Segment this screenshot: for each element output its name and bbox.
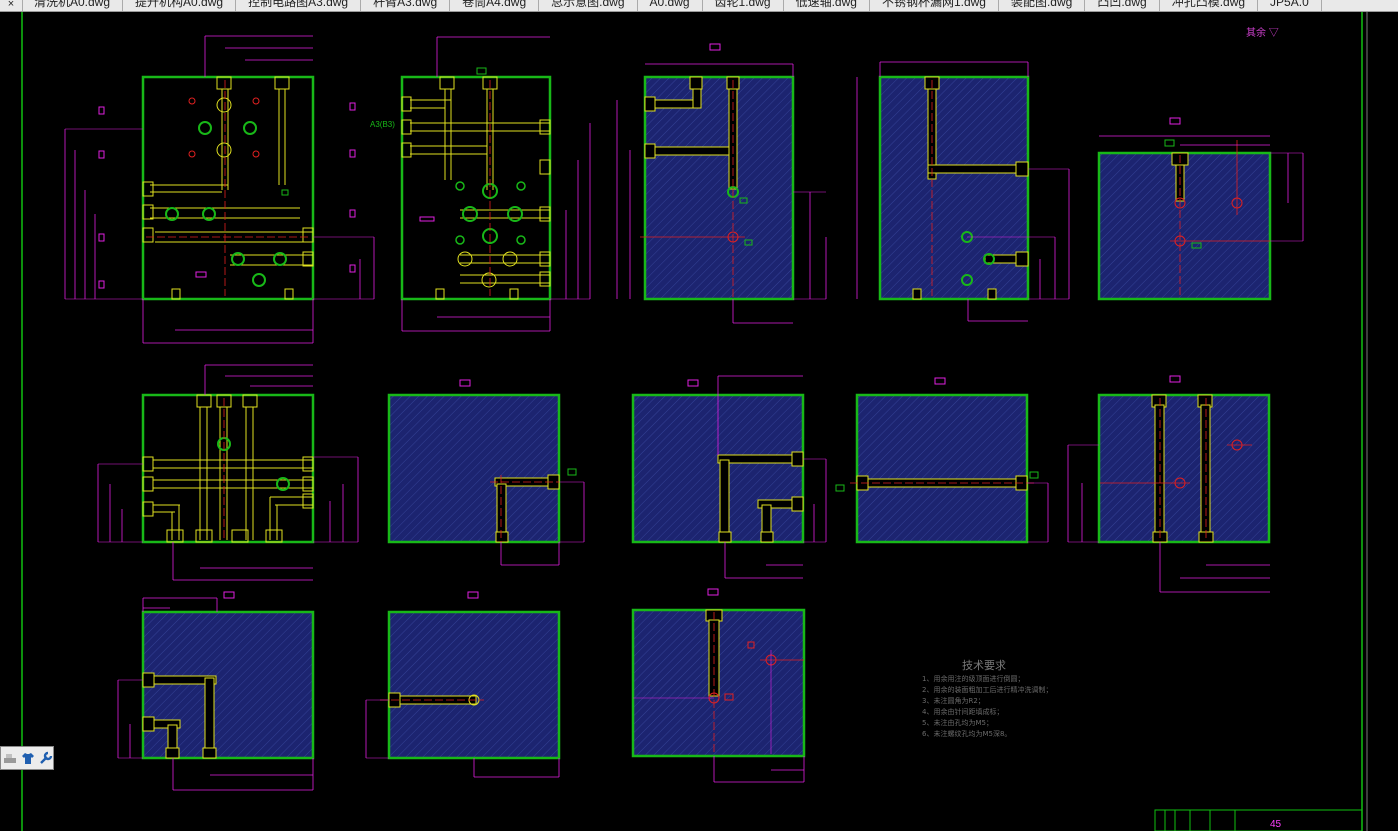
view-7 <box>387 379 585 566</box>
tab-file[interactable]: 卷筒A4.dwg <box>450 0 540 11</box>
tabs-list: 清洗机A0.dwg 提升机构A0.dwg 控制电路图A3.dwg 杆臂A3.dw… <box>22 0 1322 11</box>
tech-requirement-item: 1、用余用注的级顶面进行倒圆； <box>922 675 1025 683</box>
sheet-number: 45 <box>1270 819 1282 830</box>
view-1 <box>64 35 375 344</box>
surface-roughness-note: 其余 ▽ <box>1246 24 1279 39</box>
file-tab-bar: × 清洗机A0.dwg 提升机构A0.dwg 控制电路图A3.dwg 杆臂A3.… <box>0 0 1398 12</box>
view-9 <box>835 377 1049 544</box>
floor-icon[interactable] <box>3 751 17 765</box>
tech-requirement-item: 3、未注圆角为R2； <box>922 697 985 705</box>
tab-file[interactable]: 控制电路图A3.dwg <box>236 0 362 11</box>
tab-file[interactable]: 清洗机A0.dwg <box>22 0 124 11</box>
tab-file[interactable]: JP5A.0 <box>1258 0 1322 11</box>
tab-file[interactable]: 杆臂A3.dwg <box>361 0 451 11</box>
view-11 <box>117 591 315 791</box>
tech-requirements-list: 1、用余用注的级顶面进行倒圆； 2、用余的装面粗加工后进行精冲洗调制； 3、未注… <box>922 674 1052 740</box>
tech-requirements-title: 技术要求 <box>962 659 1006 672</box>
tech-requirement-item: 2、用余的装面粗加工后进行精冲洗调制； <box>922 686 1053 694</box>
tab-file[interactable]: 齿轮1.dwg <box>703 0 784 11</box>
tab-file[interactable]: A0.dwg <box>638 0 703 11</box>
tech-requirement-item: 6、未注螺纹孔均为M5深8。 <box>922 730 1012 738</box>
view-8 <box>631 375 827 579</box>
tab-file[interactable]: 总示意图.dwg <box>539 0 638 11</box>
tech-requirement-item: 4、用余由针间距填成标； <box>922 708 1004 716</box>
view-4 <box>856 61 1070 322</box>
view-13 <box>631 588 806 783</box>
tab-file[interactable]: 冲孔凸模.dwg <box>1160 0 1259 11</box>
tab-file[interactable]: 装配图.dwg <box>999 0 1086 11</box>
view-6 <box>97 364 359 581</box>
wrench-icon[interactable] <box>39 751 53 765</box>
view-5 <box>1097 117 1304 301</box>
roughness-symbol-icon: ▽ <box>1268 28 1279 39</box>
view-10 <box>1067 375 1271 593</box>
tab-file[interactable]: 提升机构A0.dwg <box>123 0 237 11</box>
drawing-canvas[interactable]: A3(B3) <box>0 12 1398 831</box>
roughness-label: 其余 <box>1246 28 1266 39</box>
tab-file[interactable]: 低速轴.dwg <box>784 0 870 11</box>
view-3 <box>616 43 827 324</box>
close-tab-icon[interactable]: × <box>0 0 23 11</box>
tab-file[interactable]: 不锈钢杯漏网1.dwg <box>870 0 999 11</box>
floating-toolbar <box>0 746 54 770</box>
view-2: A3(B3) <box>370 36 591 332</box>
view-12 <box>365 591 561 778</box>
tab-file[interactable]: 凸凹.dwg <box>1085 0 1160 11</box>
shirt-icon[interactable] <box>21 751 35 765</box>
tech-requirement-item: 5、未注由孔均为M5； <box>922 719 993 727</box>
annotation-a3: A3(B3) <box>370 120 395 129</box>
cad-drawing: A3(B3) <box>21 12 1368 831</box>
